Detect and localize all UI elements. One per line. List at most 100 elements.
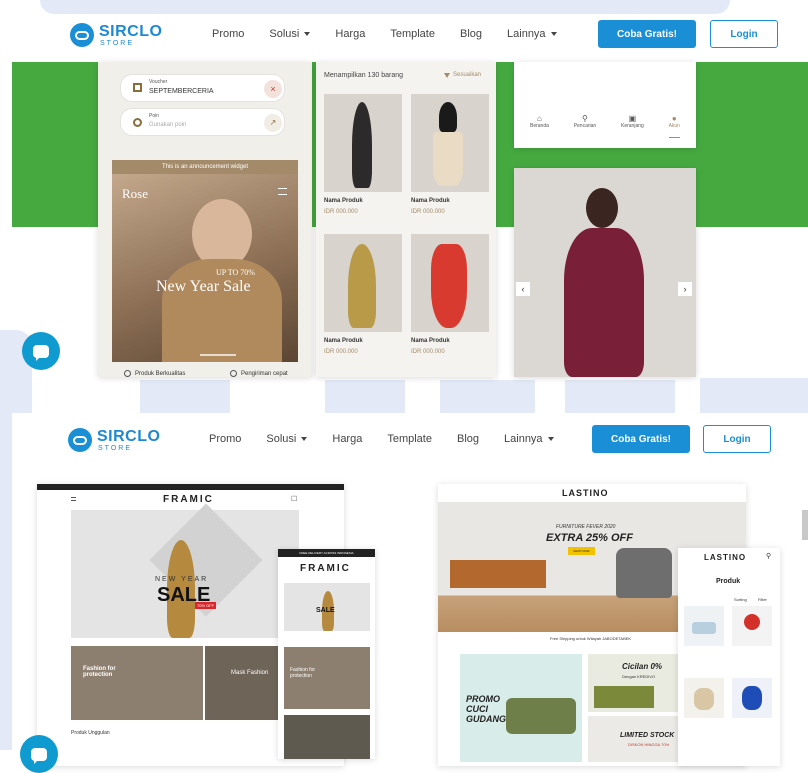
logo-main-text: SIRCLO <box>99 22 163 40</box>
lastino-shop-button[interactable]: SHOP NOW <box>568 547 595 555</box>
coba-gratis-button[interactable]: Coba Gratis! <box>598 20 696 48</box>
chat-icon <box>33 344 49 361</box>
product-image-1 <box>324 94 402 192</box>
login-button[interactable]: Login <box>710 20 778 48</box>
carousel-next-button[interactable]: › <box>678 282 692 296</box>
lastino-mobile-product-3[interactable] <box>684 678 724 718</box>
nav-promo[interactable]: Promo <box>212 28 244 40</box>
menu-icon[interactable] <box>278 188 287 195</box>
product-card-1[interactable]: Nama Produk IDR 000.000 <box>324 94 402 219</box>
lastino-limited-tile[interactable]: LIMITED STOCK DISKON HINGGA 70% <box>588 716 690 762</box>
chat-button-bottom[interactable] <box>20 735 58 773</box>
framic-mobile-brand: FRAMIC <box>300 563 351 574</box>
chevron-down-icon <box>550 32 557 36</box>
lastino-mobile-product-2[interactable] <box>732 606 772 646</box>
lastino-cicilan-text: Cicilan 0% <box>622 662 663 671</box>
coba-gratis-button-2[interactable]: Coba Gratis! <box>592 425 690 453</box>
voucher-field[interactable]: Voucher SEPTEMBERCERIA × <box>120 74 285 102</box>
model-photo-mockup: ‹ › <box>514 168 696 377</box>
framic-tile-fashion[interactable]: Fashion for protection <box>71 646 203 720</box>
framic-mobile-tile[interactable]: Fashion for protection <box>284 647 370 709</box>
lastino-mobile-sofa <box>692 622 716 634</box>
chat-button-top[interactable] <box>22 332 60 370</box>
scrollbar-thumb[interactable] <box>802 510 808 540</box>
product-card-2[interactable]: Nama Produk IDR 000.000 <box>411 94 489 219</box>
lastino-mobile-filter[interactable]: Filter <box>758 597 767 602</box>
watermark-letter-3 <box>440 380 535 416</box>
lastino-chair <box>616 548 672 598</box>
nav-lainnya[interactable]: Lainnya <box>507 28 557 40</box>
model-dress <box>564 228 644 377</box>
product-image-3 <box>324 234 402 332</box>
nav-solusi[interactable]: Solusi <box>266 433 308 445</box>
quality-icon <box>124 370 131 377</box>
poin-placeholder: Gunakan poin <box>149 122 187 128</box>
sirclo-logo[interactable]: SIRCLO STORE <box>70 23 162 47</box>
framic-mobile-tile-2[interactable] <box>284 715 370 759</box>
product-price-1: IDR 000.000 <box>324 209 358 215</box>
carousel-dots[interactable] <box>200 354 236 356</box>
framic-mobile-banner: FREE DELIVERY ACROSS INDONESIA <box>278 549 375 557</box>
lastino-mobile-brand: LASTINO <box>704 553 747 562</box>
sirclo-logo-2[interactable]: SIRCLO STORE <box>68 428 160 452</box>
nav-template[interactable]: Template <box>387 433 432 445</box>
lastino-promo-tile[interactable]: PROMO CUCI GUDANG <box>460 654 582 762</box>
lastino-mobile-chair <box>744 614 760 630</box>
lastino-mobile-title: Produk <box>716 578 741 585</box>
filter-link[interactable]: Sesuaikan <box>444 72 481 78</box>
nav-blog[interactable]: Blog <box>457 433 479 445</box>
lastino-mobile-search-icon[interactable]: ⚲ <box>766 552 771 560</box>
voucher-label: Voucher <box>149 79 168 85</box>
lastino-mobile-sort[interactable]: Sorting <box>734 597 747 602</box>
product-price-3: IDR 000.000 <box>324 349 358 355</box>
logo-sub-text: STORE <box>98 444 132 452</box>
nav-links: Promo Solusi Harga Template Blog Lainnya <box>212 28 557 40</box>
lastino-cicilan-tile[interactable]: Cicilan 0% Dengan KREDIVO <box>588 654 690 712</box>
framic-cart-icon[interactable]: ☐ <box>291 495 297 503</box>
nav-lainnya[interactable]: Lainnya <box>504 433 554 445</box>
login-button-2[interactable]: Login <box>703 425 771 453</box>
remove-voucher-button[interactable]: × <box>264 80 282 98</box>
poin-field[interactable]: Poin Gunakan poin ↗ <box>120 108 285 136</box>
lastino-cabinet <box>450 560 546 588</box>
nav-solusi[interactable]: Solusi <box>269 28 311 40</box>
lastino-mobile-product-1[interactable] <box>684 606 724 646</box>
nav-promo[interactable]: Promo <box>209 433 241 445</box>
lastino-hero-big: EXTRA 25% OFF <box>546 532 633 544</box>
nav-blog[interactable]: Blog <box>460 28 482 40</box>
voucher-code: SEPTEMBERCERIA <box>149 88 214 95</box>
lastino-mobile-product-4[interactable] <box>732 678 772 718</box>
bottom-nav: ⌂ Beranda ⚲ Pencarian ▣ Keranjang ● Akun <box>530 114 680 138</box>
framic-menu-icon[interactable] <box>71 497 76 501</box>
product-card-4[interactable]: Nama Produk IDR 000.000 <box>411 234 489 359</box>
framic-featured-label: Produk Unggulan <box>71 730 110 736</box>
chevron-down-icon <box>547 437 554 441</box>
home-icon: ⌂ <box>537 114 542 123</box>
nav-beranda[interactable]: ⌂ Beranda <box>530 114 549 138</box>
nav-akun[interactable]: ● Akun <box>668 114 680 138</box>
watermark-letter-4 <box>565 380 675 416</box>
framic-mobile-mockup: FREE DELIVERY ACROSS INDONESIA FRAMIC SA… <box>278 549 375 759</box>
lastino-brand: LASTINO <box>562 488 609 498</box>
framic-tile-mask[interactable]: Mask Fashion <box>205 646 278 720</box>
framic-off-badge: 70% OFF <box>195 602 217 609</box>
product-price-2: IDR 000.000 <box>411 209 445 215</box>
filter-icon <box>444 72 450 78</box>
apply-poin-button[interactable]: ↗ <box>264 114 282 132</box>
lastino-hero-small: FURNITURE FEVER 2020 <box>556 524 616 530</box>
page: Voucher SEPTEMBERCERIA × Poin Gunakan po… <box>0 0 808 773</box>
lastino-mobile-egg-chair <box>742 686 762 710</box>
carousel-prev-button[interactable]: ‹ <box>516 282 530 296</box>
account-icon: ● <box>671 114 677 123</box>
lastino-cicilan-furniture <box>594 686 654 708</box>
lastino-sofa <box>506 698 576 734</box>
product-card-3[interactable]: Nama Produk IDR 000.000 <box>324 234 402 359</box>
nav-harga[interactable]: Harga <box>332 433 362 445</box>
mobile-nav-mockup: ⌂ Beranda ⚲ Pencarian ▣ Keranjang ● Akun <box>514 62 696 148</box>
nav-pencarian[interactable]: ⚲ Pencarian <box>574 114 597 138</box>
nav-keranjang[interactable]: ▣ Keranjang <box>621 114 644 138</box>
nav-template[interactable]: Template <box>390 28 435 40</box>
lastino-cicilan-sub: Dengan KREDIVO <box>622 674 656 679</box>
nav-harga[interactable]: Harga <box>335 28 365 40</box>
lastino-promo-text: PROMO CUCI GUDANG <box>466 694 506 724</box>
